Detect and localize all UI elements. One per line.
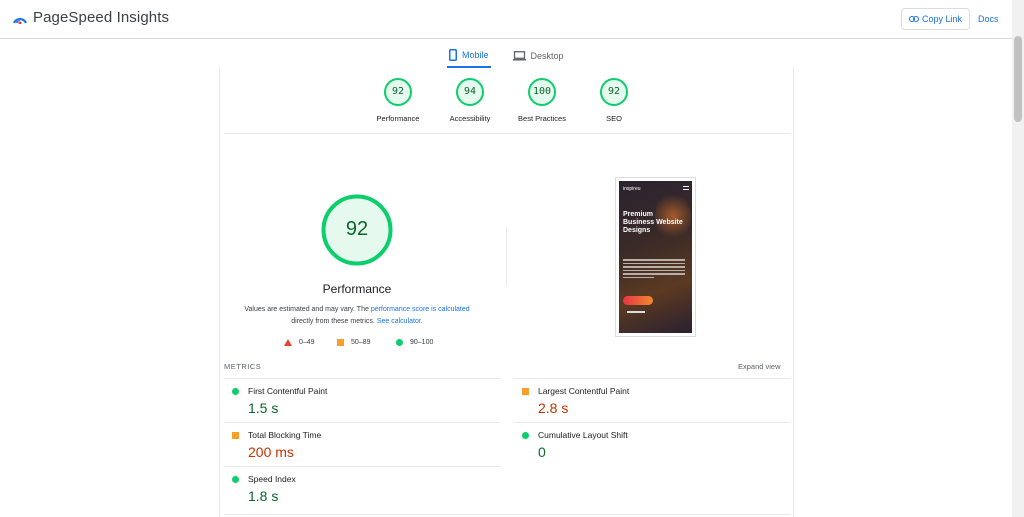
legend-poor: 0–49 <box>284 339 315 346</box>
app-title: PageSpeed Insights <box>33 9 170 26</box>
performance-gauge: 92 <box>320 193 394 267</box>
metric-label: Speed Index <box>248 474 296 484</box>
legend-average: 50–89 <box>337 339 370 346</box>
gauge-score: 92 <box>607 86 621 97</box>
metric-label: First Contentful Paint <box>248 386 328 396</box>
metric-label: Total Blocking Time <box>248 430 322 440</box>
metric-value: 1.5 s <box>248 400 279 416</box>
metric-value: 1.8 s <box>248 488 279 504</box>
metric-value: 0 <box>538 444 546 460</box>
copy-link-button[interactable]: Copy Link <box>901 8 970 30</box>
gauge-accessibility[interactable]: 94 Accessibility <box>430 77 510 123</box>
tab-desktop[interactable]: Desktop <box>511 44 566 68</box>
legend-good: 90–100 <box>396 339 433 346</box>
gauge-label: Accessibility <box>449 114 491 123</box>
metric-tbt: Total Blocking Time 200 ms <box>224 422 500 466</box>
gauge-score: 92 <box>391 86 405 97</box>
metric-value: 2.8 s <box>538 400 569 416</box>
link-icon <box>908 16 919 22</box>
top-bar: PageSpeed Insights Copy Link Docs <box>0 0 1012 39</box>
screenshot-cta-button <box>623 296 653 305</box>
gauge-seo[interactable]: 92 SEO <box>574 77 654 123</box>
legend-range: 0–49 <box>299 339 315 346</box>
screenshot-secondary-link <box>627 311 645 313</box>
logo[interactable]: PageSpeed Insights <box>12 9 169 26</box>
circle-icon <box>396 339 403 346</box>
gauge-performance[interactable]: 92 Performance <box>358 77 438 123</box>
bottom-divider <box>224 514 790 515</box>
legend-range: 90–100 <box>410 339 434 346</box>
metric-cls: Cumulative Layout Shift 0 <box>514 422 790 466</box>
gauge-ring: 100 <box>527 77 557 107</box>
hamburger-menu-icon <box>683 186 689 190</box>
circle-icon <box>232 476 239 483</box>
see-calculator-link[interactable]: See calculator. <box>377 318 423 325</box>
vertical-divider <box>506 228 507 286</box>
metric-speed-index: Speed Index 1.8 s <box>224 466 500 510</box>
expand-view-toggle[interactable]: Expand view <box>738 362 781 371</box>
performance-description: Values are estimated and may vary. The p… <box>237 304 477 328</box>
gauge-score: 100 <box>532 86 552 97</box>
metric-label: Cumulative Layout Shift <box>538 430 628 440</box>
copy-link-label: Copy Link <box>921 14 963 24</box>
desc-text-1: Values are estimated and may vary. The <box>244 306 371 313</box>
pagespeed-logo-icon <box>12 17 28 24</box>
gauge-label: Performance <box>376 114 420 123</box>
screenshot-image: inspireu Premium Business Website Design… <box>619 181 692 333</box>
metric-value: 200 ms <box>248 444 294 460</box>
triangle-icon <box>284 339 292 346</box>
metric-lcp: Largest Contentful Paint 2.8 s <box>514 378 790 422</box>
circle-icon <box>522 432 529 439</box>
desc-text-2: directly from these metrics. <box>291 318 377 325</box>
square-icon <box>522 388 529 395</box>
divider <box>224 133 790 134</box>
gauge-ring: 92 <box>383 77 413 107</box>
gauge-ring: 94 <box>455 77 485 107</box>
square-icon <box>337 339 344 346</box>
metric-fcp: First Contentful Paint 1.5 s <box>224 378 500 422</box>
scrollbar[interactable] <box>1012 0 1024 517</box>
tab-mobile-label: Mobile <box>462 50 489 60</box>
circle-icon <box>232 388 239 395</box>
performance-score: 92 <box>345 218 369 240</box>
square-icon <box>232 432 239 439</box>
screenshot-body-text <box>623 259 685 280</box>
screenshot-brand: inspireu <box>623 186 641 192</box>
mobile-icon <box>449 49 457 61</box>
final-screenshot: inspireu Premium Business Website Design… <box>615 177 696 337</box>
tab-desktop-label: Desktop <box>530 51 564 61</box>
performance-title: Performance <box>322 282 392 296</box>
legend-range: 50–89 <box>351 339 371 346</box>
gauge-best-practices[interactable]: 100 Best Practices <box>502 77 582 123</box>
docs-link[interactable]: Docs <box>978 14 999 24</box>
gauge-label: Best Practices <box>518 114 566 123</box>
gauge-ring: 92 <box>599 77 629 107</box>
screenshot-headline: Premium Business Website Designs <box>623 211 683 234</box>
device-tabs: Mobile Desktop <box>447 44 566 68</box>
scrollbar-thumb[interactable] <box>1014 36 1022 122</box>
tab-mobile[interactable]: Mobile <box>447 44 491 68</box>
performance-score-link[interactable]: performance score is calculated <box>371 306 470 313</box>
gauge-label: SEO <box>606 114 622 123</box>
desktop-icon <box>512 51 526 61</box>
metrics-heading: METRICS <box>224 362 262 371</box>
gauge-score: 94 <box>463 86 477 97</box>
metric-label: Largest Contentful Paint <box>538 386 630 396</box>
